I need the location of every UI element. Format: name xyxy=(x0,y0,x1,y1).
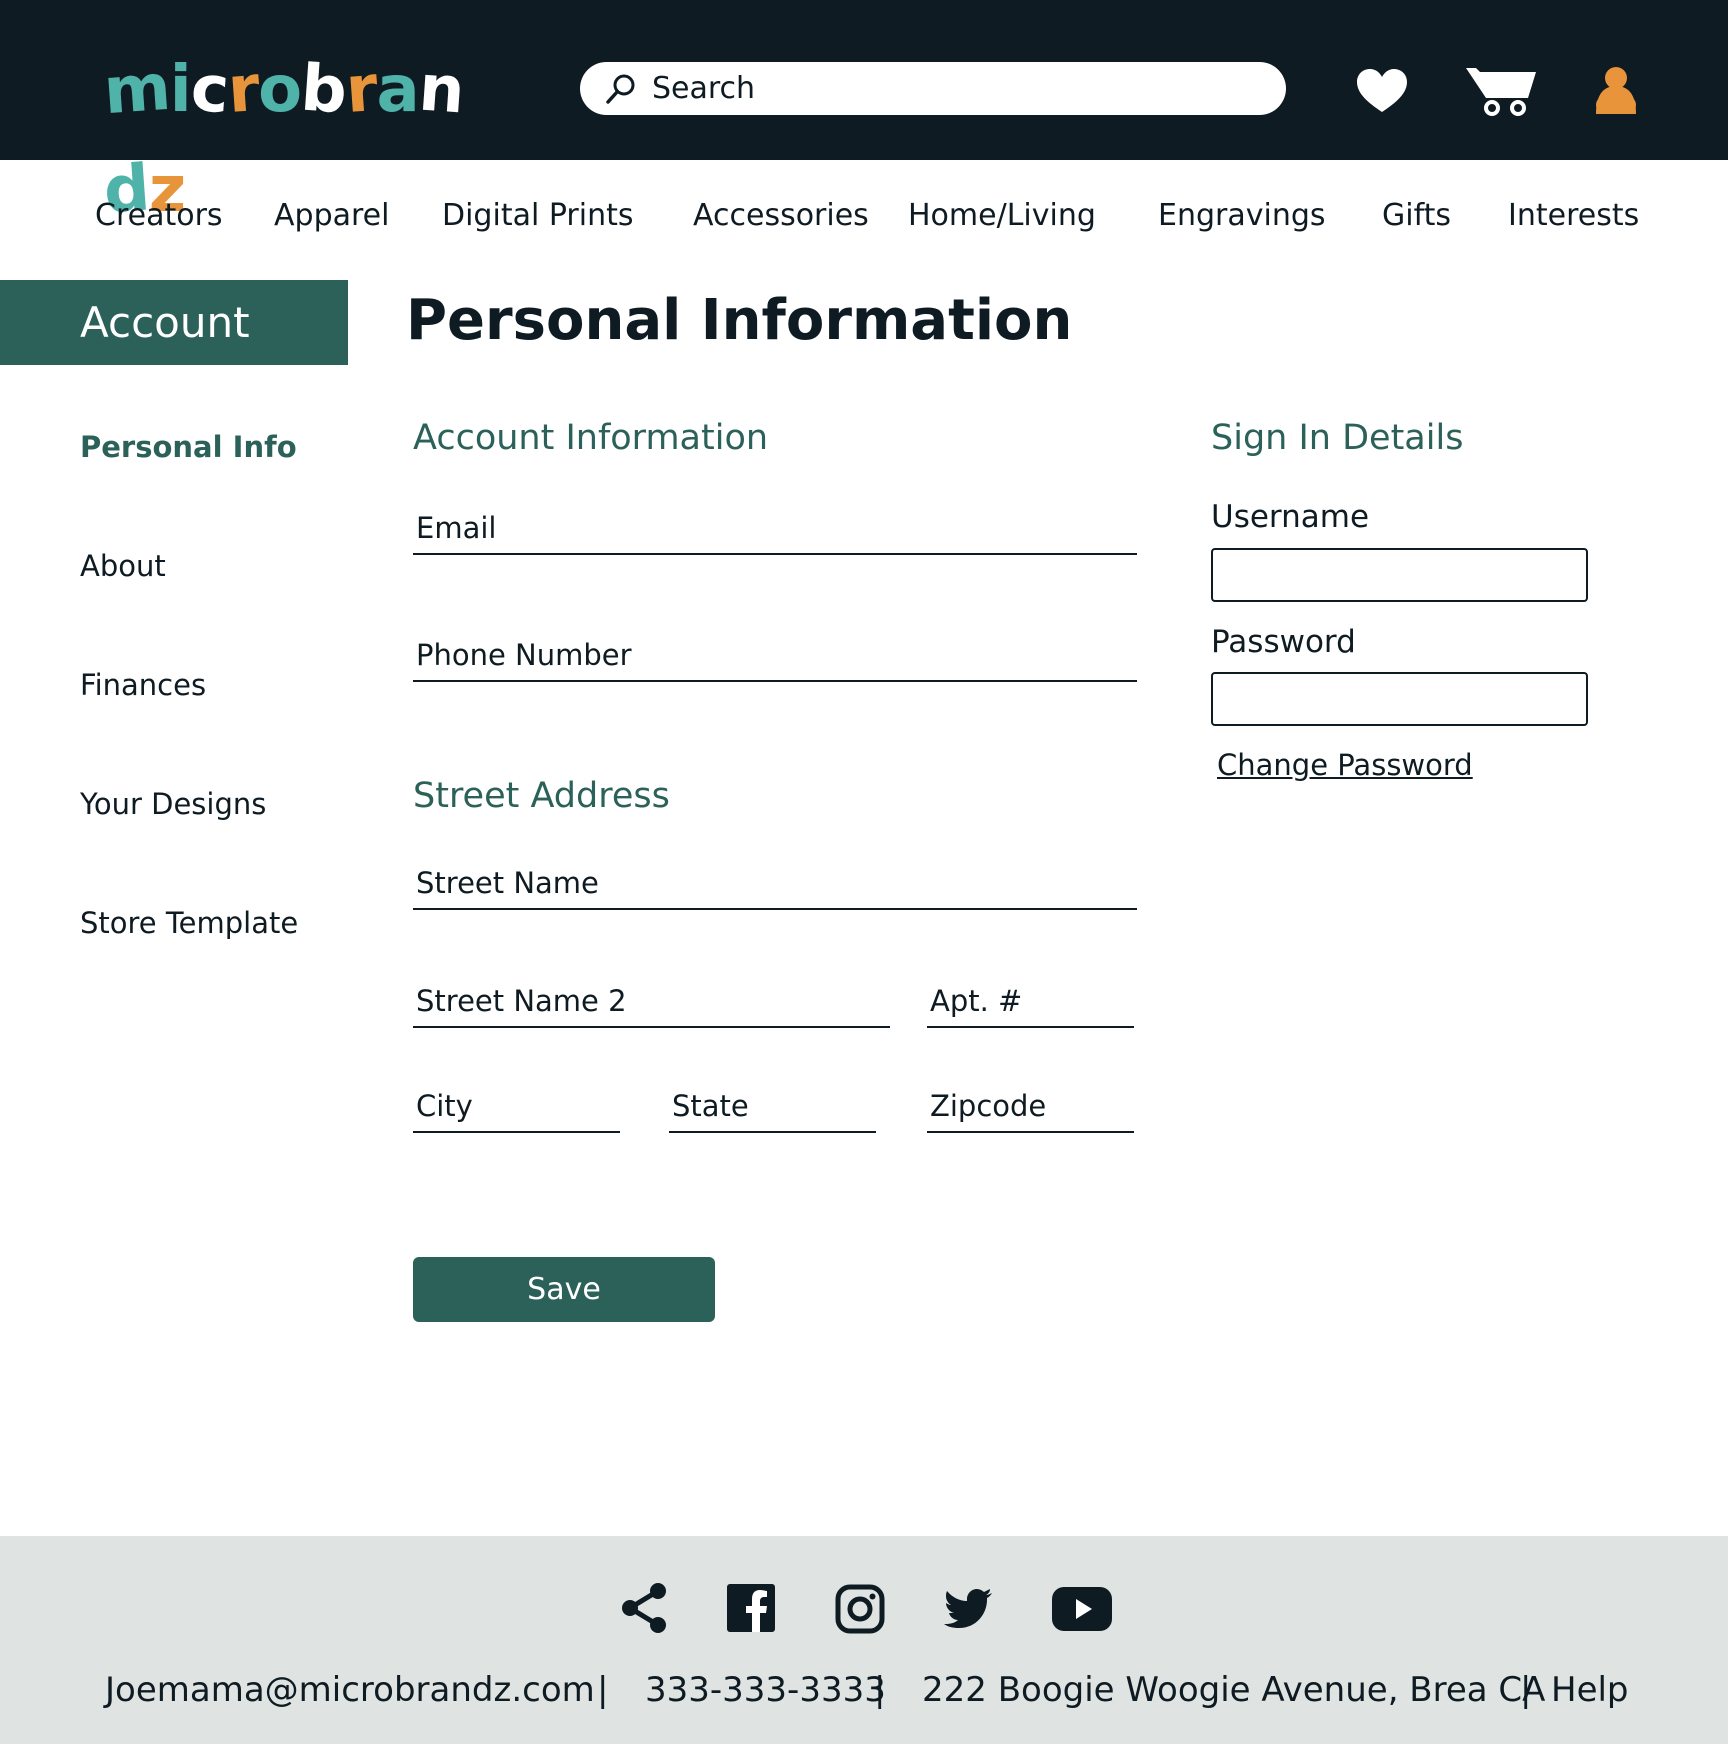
state-field xyxy=(669,1081,876,1133)
instagram-icon[interactable] xyxy=(835,1584,885,1634)
search-bar[interactable] xyxy=(580,62,1286,115)
account-information-heading: Account Information xyxy=(413,418,769,458)
email-field xyxy=(413,503,1137,555)
apt-field xyxy=(927,976,1134,1028)
sidebar-item-about[interactable]: About xyxy=(80,549,166,583)
street-name-2-input[interactable] xyxy=(413,976,890,1026)
heart-icon[interactable] xyxy=(1355,68,1409,114)
nav-engravings[interactable]: Engravings xyxy=(1158,198,1326,233)
street-name-input[interactable] xyxy=(413,858,1137,908)
sidebar-item-personal-info[interactable]: Personal Info xyxy=(80,430,297,464)
account-heading: Account xyxy=(0,280,348,365)
footer-separator: | xyxy=(597,1670,609,1710)
save-button[interactable]: Save xyxy=(413,1257,715,1322)
footer-help-link[interactable]: Help xyxy=(1551,1670,1629,1710)
youtube-icon[interactable] xyxy=(1051,1586,1113,1632)
street-name-field xyxy=(413,858,1137,910)
sidebar-item-finances[interactable]: Finances xyxy=(80,668,206,702)
logo-letter: n xyxy=(416,51,466,129)
zipcode-input[interactable] xyxy=(927,1081,1134,1131)
search-icon xyxy=(606,74,635,104)
nav-creators[interactable]: Creators xyxy=(95,198,223,233)
footer-separator: | xyxy=(874,1670,886,1710)
phone-number-input[interactable] xyxy=(413,630,1137,680)
footer-email[interactable]: Joemama@microbrandz.com xyxy=(105,1670,595,1710)
footer: Joemama@microbrandz.com | 333-333-3333 |… xyxy=(0,1536,1728,1744)
facebook-icon[interactable] xyxy=(727,1584,775,1632)
footer-separator: | xyxy=(1520,1670,1532,1710)
state-input[interactable] xyxy=(669,1081,876,1131)
change-password-link[interactable]: Change Password xyxy=(1217,748,1473,782)
nav-home-living[interactable]: Home/Living xyxy=(908,198,1096,233)
city-input[interactable] xyxy=(413,1081,620,1131)
twitter-icon[interactable] xyxy=(943,1588,993,1630)
username-label: Username xyxy=(1211,499,1370,535)
microbrandz-logo[interactable]: microbrandz. xyxy=(101,40,492,229)
page-title: Personal Information xyxy=(406,288,1073,353)
nav-accessories[interactable]: Accessories xyxy=(693,198,869,233)
logo-letter: o xyxy=(258,53,302,127)
logo-letter: a xyxy=(376,53,419,127)
search-input[interactable] xyxy=(652,71,1252,106)
footer-address: 222 Boogie Woogie Avenue, Brea CA xyxy=(922,1670,1546,1710)
nav-apparel[interactable]: Apparel xyxy=(274,198,389,233)
sign-in-details-heading: Sign In Details xyxy=(1211,418,1464,458)
share-icon[interactable] xyxy=(620,1582,668,1634)
password-input[interactable] xyxy=(1211,672,1588,726)
footer-phone[interactable]: 333-333-3333 xyxy=(645,1670,886,1710)
nav-interests[interactable]: Interests xyxy=(1508,198,1639,233)
zipcode-field xyxy=(927,1081,1134,1133)
logo-letter: c xyxy=(188,51,231,129)
nav-digital-prints[interactable]: Digital Prints xyxy=(442,198,633,233)
username-input[interactable] xyxy=(1211,548,1588,602)
logo-letter: b xyxy=(298,51,349,129)
street-address-heading: Street Address xyxy=(413,776,670,816)
logo-letter: m xyxy=(101,50,173,130)
password-label: Password xyxy=(1211,624,1356,660)
apt-input[interactable] xyxy=(927,976,1134,1026)
city-field xyxy=(413,1081,620,1133)
logo-letter: r xyxy=(343,52,380,128)
logo-letter: r xyxy=(225,52,261,128)
nav-gifts[interactable]: Gifts xyxy=(1382,198,1451,233)
sidebar-item-store-template[interactable]: Store Template xyxy=(80,906,298,940)
email-input[interactable] xyxy=(413,503,1137,553)
phone-number-field xyxy=(413,630,1137,682)
sidebar-item-your-designs[interactable]: Your Designs xyxy=(80,787,266,821)
user-icon[interactable] xyxy=(1594,66,1638,114)
street-name-2-field xyxy=(413,976,890,1028)
category-nav: Creators Apparel Digital Prints Accessor… xyxy=(0,160,1728,280)
top-header: microbrandz. xyxy=(0,0,1728,229)
cart-icon[interactable] xyxy=(1466,64,1538,116)
